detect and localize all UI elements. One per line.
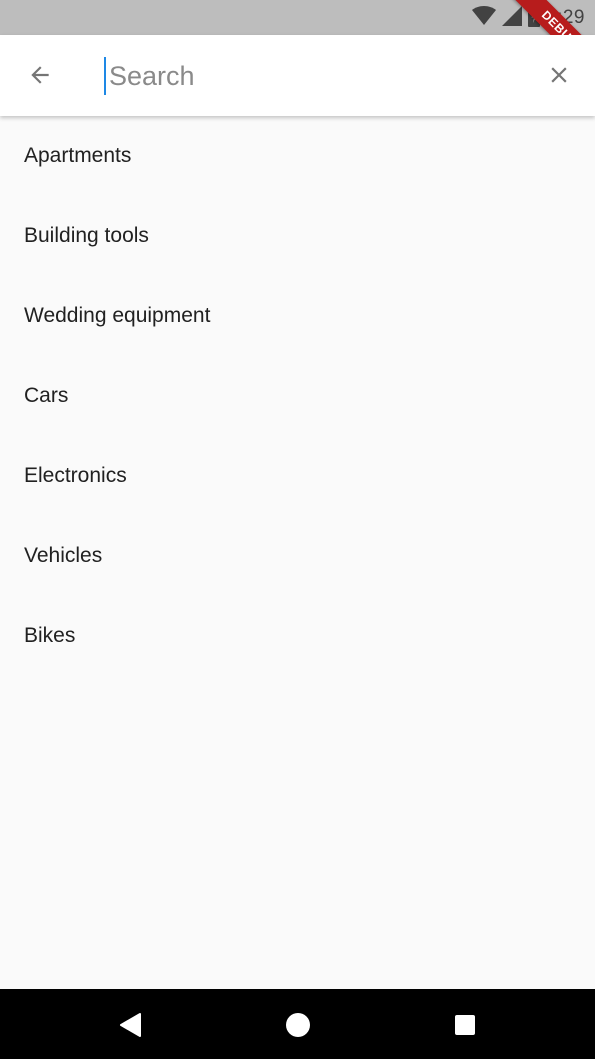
close-icon xyxy=(551,67,567,83)
search-app-bar xyxy=(0,35,595,116)
list-item-label: Wedding equipment xyxy=(24,303,211,327)
wifi-icon xyxy=(472,5,497,31)
list-item-label: Electronics xyxy=(24,463,127,487)
list-item[interactable]: Apartments xyxy=(0,115,595,196)
list-item[interactable]: Vehicles xyxy=(0,515,595,596)
list-item-label: Apartments xyxy=(24,143,132,167)
back-button[interactable] xyxy=(24,59,56,91)
nav-back-button[interactable] xyxy=(116,1011,144,1039)
search-input[interactable] xyxy=(104,57,524,95)
list-item[interactable]: Building tools xyxy=(0,195,595,276)
list-item-label: Building tools xyxy=(24,223,149,247)
list-item-label: Vehicles xyxy=(24,543,103,567)
list-item-label: Bikes xyxy=(24,623,76,647)
list-item[interactable]: Wedding equipment xyxy=(0,275,595,356)
system-nav-bar xyxy=(0,989,595,1059)
suggestion-list: Apartments Building tools Wedding equipm… xyxy=(0,116,595,676)
clear-search-button[interactable] xyxy=(545,61,573,89)
recents-square-icon xyxy=(455,1015,475,1035)
back-triangle-icon xyxy=(120,1013,141,1037)
status-bar: 2:29 DEBUG xyxy=(0,0,595,35)
nav-home-button[interactable] xyxy=(284,1011,312,1039)
list-item[interactable]: Bikes xyxy=(0,595,595,676)
signal-icon xyxy=(502,5,523,31)
arrow-back-icon xyxy=(31,66,49,84)
home-circle-icon xyxy=(286,1013,310,1037)
list-item[interactable]: Cars xyxy=(0,355,595,436)
nav-recents-button[interactable] xyxy=(451,1011,479,1039)
list-item[interactable]: Electronics xyxy=(0,435,595,516)
list-item-label: Cars xyxy=(24,383,69,407)
